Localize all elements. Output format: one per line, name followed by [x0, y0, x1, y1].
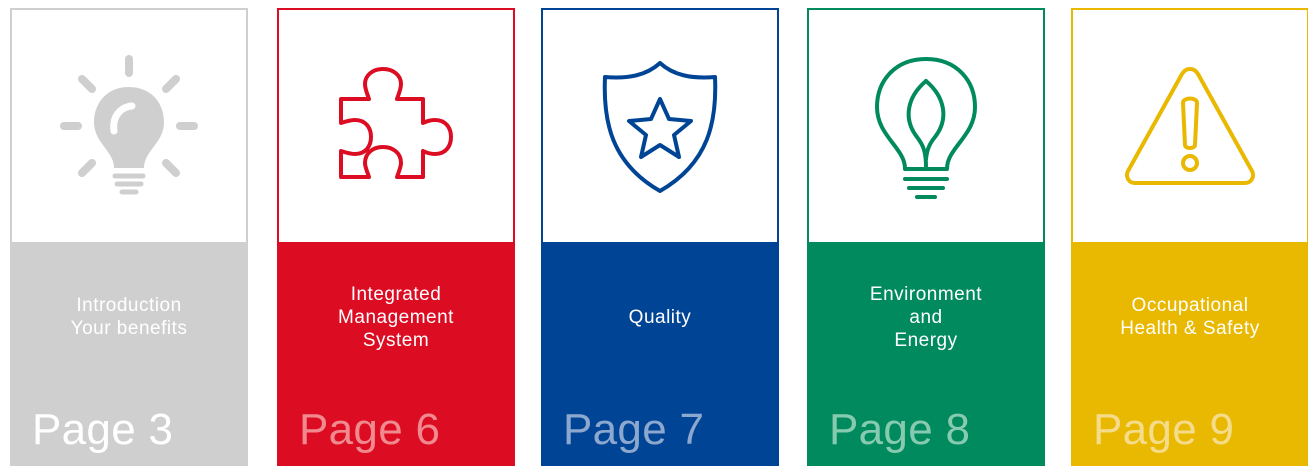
card-label-panel: Introduction Your benefits Page 3	[10, 242, 248, 466]
card-environment-and-energy[interactable]: Environment and Energy Page 8	[807, 8, 1045, 466]
card-title: Introduction Your benefits	[70, 295, 188, 339]
page-number[interactable]: Page 8	[829, 406, 970, 454]
icon-panel	[279, 10, 513, 242]
warning-triangle-icon	[1124, 67, 1256, 185]
icon-panel	[543, 10, 777, 242]
card-label-panel: Integrated Management System Page 6	[277, 242, 515, 466]
page-number[interactable]: Page 7	[563, 406, 704, 454]
card-title: Integrated Management System	[338, 283, 454, 351]
card-label-panel: Environment and Energy Page 8	[807, 242, 1045, 466]
puzzle-piece-icon	[339, 67, 453, 179]
page-number[interactable]: Page 6	[299, 406, 440, 454]
page-number[interactable]: Page 3	[32, 406, 173, 454]
card-title: Occupational Health & Safety	[1120, 295, 1260, 339]
leaf-bulb-icon	[875, 57, 977, 199]
card-title: Environment and Energy	[869, 283, 983, 351]
page-number[interactable]: Page 9	[1093, 406, 1234, 454]
card-integrated-management-system[interactable]: Integrated Management System Page 6	[277, 8, 515, 466]
card-label-panel: Occupational Health & Safety Page 9	[1071, 242, 1308, 466]
icon-panel	[12, 10, 246, 242]
card-label-panel: Quality Page 7	[541, 242, 779, 466]
card-introduction[interactable]: Introduction Your benefits Page 3	[10, 8, 248, 466]
icon-panel	[1073, 10, 1307, 242]
shield-star-icon	[602, 61, 718, 193]
card-title: Quality	[628, 306, 692, 328]
card-quality[interactable]: Quality Page 7	[541, 8, 779, 466]
lightbulb-idea-icon	[60, 55, 198, 195]
card-occupational-health-safety[interactable]: Occupational Health & Safety Page 9	[1071, 8, 1308, 466]
icon-panel	[809, 10, 1043, 242]
